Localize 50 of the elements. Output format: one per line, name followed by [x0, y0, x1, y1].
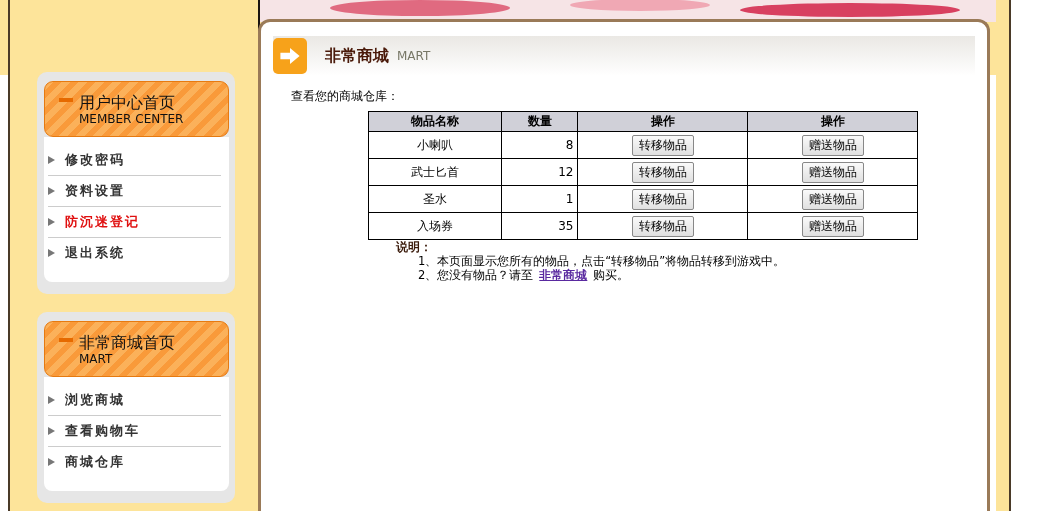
sidebar-link[interactable]: 查看购物车: [65, 422, 140, 440]
table-cell: 12: [501, 158, 578, 186]
triangle-icon: [48, 427, 55, 435]
sidebar-link[interactable]: 商城仓库: [65, 453, 125, 471]
column-header: 物品名称: [368, 111, 502, 132]
sidebar-link[interactable]: 修改密码: [65, 151, 125, 169]
triangle-icon: [48, 156, 55, 164]
table-cell: 8: [501, 131, 578, 159]
dash-icon: [59, 98, 73, 102]
action-button[interactable]: 赠送物品: [801, 134, 864, 156]
table-cell: 小喇叭: [368, 131, 502, 159]
sidebar-link[interactable]: 浏览商城: [65, 391, 125, 409]
action-button[interactable]: 转移物品: [631, 215, 694, 237]
triangle-icon: [48, 396, 55, 404]
table-cell: 圣水: [368, 185, 502, 213]
table-cell: 35: [501, 212, 578, 240]
note-text: 2、您没有物品？请至: [418, 268, 534, 282]
note-text: 购买。: [593, 268, 630, 282]
note-text: 1、本页面显示您所有的物品，点击“转移物品”将物品转移到游戏中。: [417, 254, 787, 268]
action-button[interactable]: 赠送物品: [801, 188, 864, 210]
triangle-icon: [48, 187, 55, 195]
triangle-icon: [48, 249, 55, 257]
action-button[interactable]: 转移物品: [631, 161, 694, 183]
action-button[interactable]: 转移物品: [631, 134, 694, 156]
intro-text: 查看您的商城仓库：: [291, 88, 400, 105]
section-title: 用户中心首页: [79, 94, 176, 112]
mart-link[interactable]: 非常商城: [539, 268, 588, 282]
triangle-icon: [48, 218, 55, 226]
action-button[interactable]: 转移物品: [631, 188, 694, 210]
table-cell: 入场券: [368, 212, 502, 240]
table-cell: 1: [501, 185, 578, 213]
dash-icon: [59, 338, 73, 342]
action-button[interactable]: 赠送物品: [801, 215, 864, 237]
panel-subtitle: MART: [397, 49, 431, 63]
sidebar-link[interactable]: 资料设置: [65, 182, 125, 200]
section-subtitle: MEMBER CENTER: [79, 112, 184, 126]
sidebar-link[interactable]: 防沉迷登记: [65, 213, 140, 231]
section-title: 非常商城首页: [79, 334, 175, 352]
panel-title: 非常商城: [325, 45, 389, 67]
notes-heading: 说明：: [396, 240, 433, 254]
column-header: 数量: [501, 111, 578, 132]
action-button[interactable]: 赠送物品: [801, 161, 864, 183]
sidebar-link[interactable]: 退出系统: [65, 244, 125, 262]
triangle-icon: [48, 458, 55, 466]
table-cell: 武士匕首: [368, 158, 502, 186]
section-header[interactable]: 非常商城首页 MART: [44, 321, 229, 377]
section-header[interactable]: 用户中心首页 MEMBER CENTER: [44, 81, 229, 137]
section-subtitle: MART: [79, 352, 114, 366]
column-header: 操作: [577, 111, 748, 132]
column-header: 操作: [747, 111, 918, 132]
